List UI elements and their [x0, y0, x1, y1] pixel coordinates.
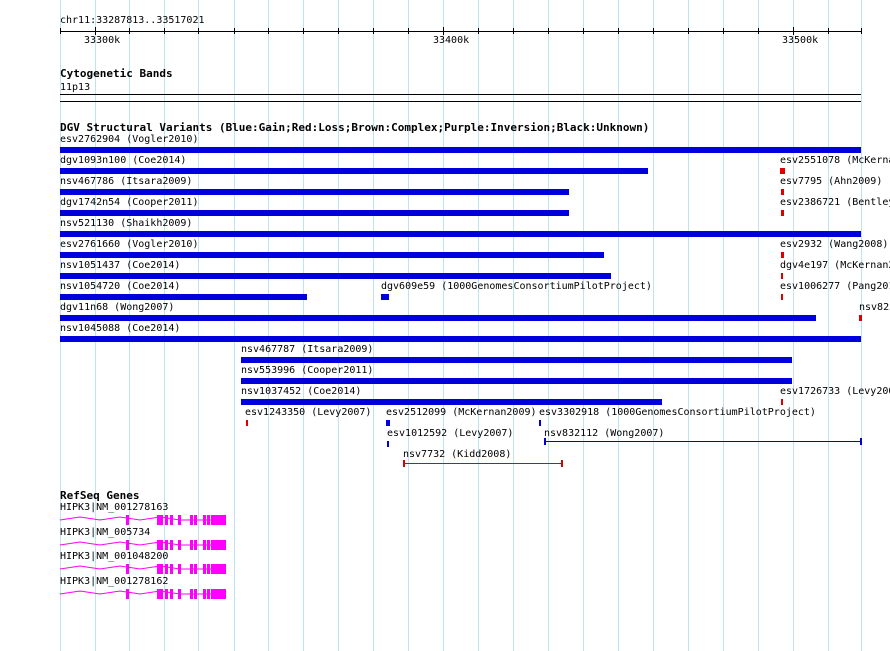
exon-block [126, 589, 129, 599]
exon-block [203, 589, 206, 599]
exon-block [161, 589, 163, 599]
exon-block [190, 589, 193, 599]
genome-browser-panel: chr11:33287813..33517021 33300k 33400k 3… [0, 0, 890, 651]
exon-block [165, 589, 168, 599]
exon-block [211, 589, 226, 599]
exon-block [194, 589, 197, 599]
exon-block [207, 589, 210, 599]
exon-block [157, 589, 161, 599]
refseq-gene-model[interactable] [0, 0, 890, 651]
intron-line [59, 590, 226, 595]
exon-block [178, 589, 181, 599]
exon-block [170, 589, 173, 599]
